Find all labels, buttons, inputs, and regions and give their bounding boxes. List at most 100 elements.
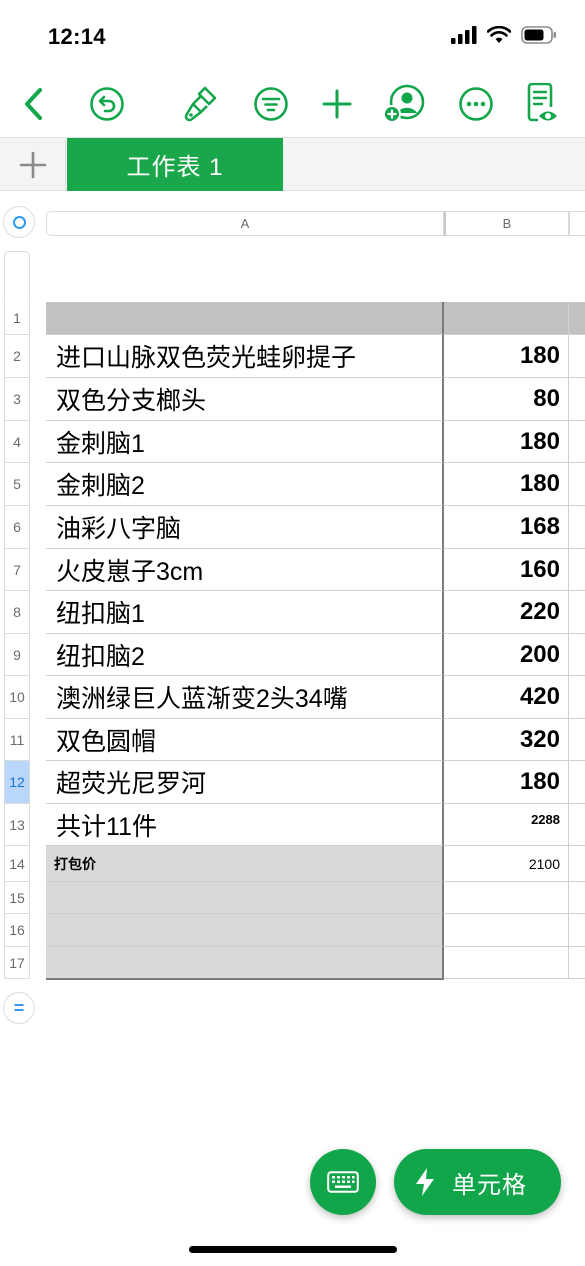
select-all-button[interactable] <box>3 206 35 238</box>
cell-b16[interactable] <box>444 914 569 947</box>
cell-a1[interactable] <box>46 302 444 335</box>
cell-b14[interactable]: 2100 <box>444 846 569 882</box>
column-header-a[interactable]: A <box>46 211 444 236</box>
cell-c8[interactable] <box>569 591 585 634</box>
cell-a17[interactable] <box>46 947 444 979</box>
cell-a3[interactable]: 双色分支榔头 <box>46 378 444 421</box>
cell-b9[interactable]: 200 <box>444 634 569 676</box>
row-header-8[interactable]: 8 <box>4 591 30 634</box>
plus-icon <box>19 151 46 178</box>
row-header-16[interactable]: 16 <box>4 914 30 947</box>
cell-b5[interactable]: 180 <box>444 463 569 506</box>
cell-a15[interactable] <box>46 882 444 914</box>
lightning-icon <box>416 1168 434 1196</box>
row-header-15[interactable]: 15 <box>4 882 30 914</box>
cell-b11[interactable]: 320 <box>444 719 569 761</box>
row-header-3[interactable]: 3 <box>4 378 30 421</box>
filter-button[interactable] <box>247 78 295 130</box>
cell-b10[interactable]: 420 <box>444 676 569 719</box>
cell-b3[interactable]: 80 <box>444 378 569 421</box>
cell-c17[interactable] <box>569 947 585 979</box>
cell-c10[interactable] <box>569 676 585 719</box>
row-header-11[interactable]: 11 <box>4 719 30 761</box>
cell-a2[interactable]: 进口山脉双色荧光蛙卵提子 <box>46 335 444 378</box>
home-indicator <box>189 1246 397 1253</box>
cell-c12[interactable] <box>569 761 585 804</box>
signal-icon <box>451 26 477 44</box>
undo-button[interactable] <box>83 78 131 130</box>
row-header-spacer <box>4 251 30 301</box>
cell-c16[interactable] <box>569 914 585 947</box>
row-header-14[interactable]: 14 <box>4 846 30 882</box>
cell-a10[interactable]: 澳洲绿巨人蓝渐变2头34嘴 <box>46 676 444 719</box>
cell-b15[interactable] <box>444 882 569 914</box>
row-header-1[interactable]: 1 <box>4 302 30 335</box>
cell-c11[interactable] <box>569 719 585 761</box>
cell-b12[interactable]: 180 <box>444 761 569 804</box>
cell-c2[interactable] <box>569 335 585 378</box>
sheet-tab-bar: 工作表 1 <box>0 137 585 191</box>
row-header-7[interactable]: 7 <box>4 549 30 591</box>
cell-a8[interactable]: 纽扣脑1 <box>46 591 444 634</box>
toolbar <box>0 78 585 130</box>
format-brush-icon <box>184 86 217 122</box>
battery-icon <box>521 26 556 44</box>
row-header-17[interactable]: 17 <box>4 947 30 979</box>
row-header-2[interactable]: 2 <box>4 335 30 378</box>
cell-button-label: 单元格 <box>452 1171 527 1199</box>
cell-a7[interactable]: 火皮崽子3cm <box>46 549 444 591</box>
status-time: 12:14 <box>48 24 106 49</box>
cell-b6[interactable]: 168 <box>444 506 569 549</box>
add-row-button[interactable]: = <box>3 992 35 1024</box>
cell-a14[interactable]: 打包价 <box>46 846 444 882</box>
cell-a12[interactable]: 超荧光尼罗河 <box>46 761 444 804</box>
cell-c14[interactable] <box>569 846 585 882</box>
row-header-6[interactable]: 6 <box>4 506 30 549</box>
column-header-b[interactable]: B <box>444 211 569 236</box>
add-icon <box>322 89 352 119</box>
row-header-9[interactable]: 9 <box>4 634 30 676</box>
cell-action-button[interactable]: 单元格 <box>394 1149 561 1215</box>
cell-a4[interactable]: 金刺脑1 <box>46 421 444 463</box>
cell-c3[interactable] <box>569 378 585 421</box>
cell-b13[interactable]: 2288 <box>444 804 569 846</box>
reader-view-button[interactable] <box>518 78 566 130</box>
row-header-4[interactable]: 4 <box>4 421 30 463</box>
cell-a5[interactable]: 金刺脑2 <box>46 463 444 506</box>
row-header-10[interactable]: 10 <box>4 676 30 719</box>
add-sheet-button[interactable] <box>0 138 66 191</box>
keyboard-button[interactable] <box>310 1149 376 1215</box>
cell-a9[interactable]: 纽扣脑2 <box>46 634 444 676</box>
format-button[interactable] <box>178 78 226 130</box>
cell-c5[interactable] <box>569 463 585 506</box>
cell-b8[interactable]: 220 <box>444 591 569 634</box>
cell-c6[interactable] <box>569 506 585 549</box>
cell-b7[interactable]: 160 <box>444 549 569 591</box>
cell-c1[interactable] <box>569 302 585 335</box>
cell-b2[interactable]: 180 <box>444 335 569 378</box>
column-header-c[interactable] <box>569 211 585 236</box>
cell-c13[interactable] <box>569 804 585 846</box>
status-bar: 12:14 <box>0 0 585 70</box>
cell-a6[interactable]: 油彩八字脑 <box>46 506 444 549</box>
add-button[interactable] <box>313 78 361 130</box>
row-header-13[interactable]: 13 <box>4 804 30 846</box>
table-border <box>46 978 444 980</box>
cell-c15[interactable] <box>569 882 585 914</box>
more-button[interactable] <box>452 78 500 130</box>
row-header-12[interactable]: 12 <box>4 761 30 804</box>
cell-b4[interactable]: 180 <box>444 421 569 463</box>
cell-a16[interactable] <box>46 914 444 947</box>
cell-a13[interactable]: 共计11件 <box>46 804 444 846</box>
cell-a11[interactable]: 双色圆帽 <box>46 719 444 761</box>
cell-b17[interactable] <box>444 947 569 979</box>
cell-c7[interactable] <box>569 549 585 591</box>
tab-sheet-1[interactable]: 工作表 1 <box>67 138 283 191</box>
cell-b1[interactable] <box>444 302 569 335</box>
cell-c9[interactable] <box>569 634 585 676</box>
back-button[interactable] <box>10 78 58 130</box>
collaborate-button[interactable] <box>380 78 428 130</box>
reader-view-icon <box>527 83 557 122</box>
cell-c4[interactable] <box>569 421 585 463</box>
row-header-5[interactable]: 5 <box>4 463 30 506</box>
